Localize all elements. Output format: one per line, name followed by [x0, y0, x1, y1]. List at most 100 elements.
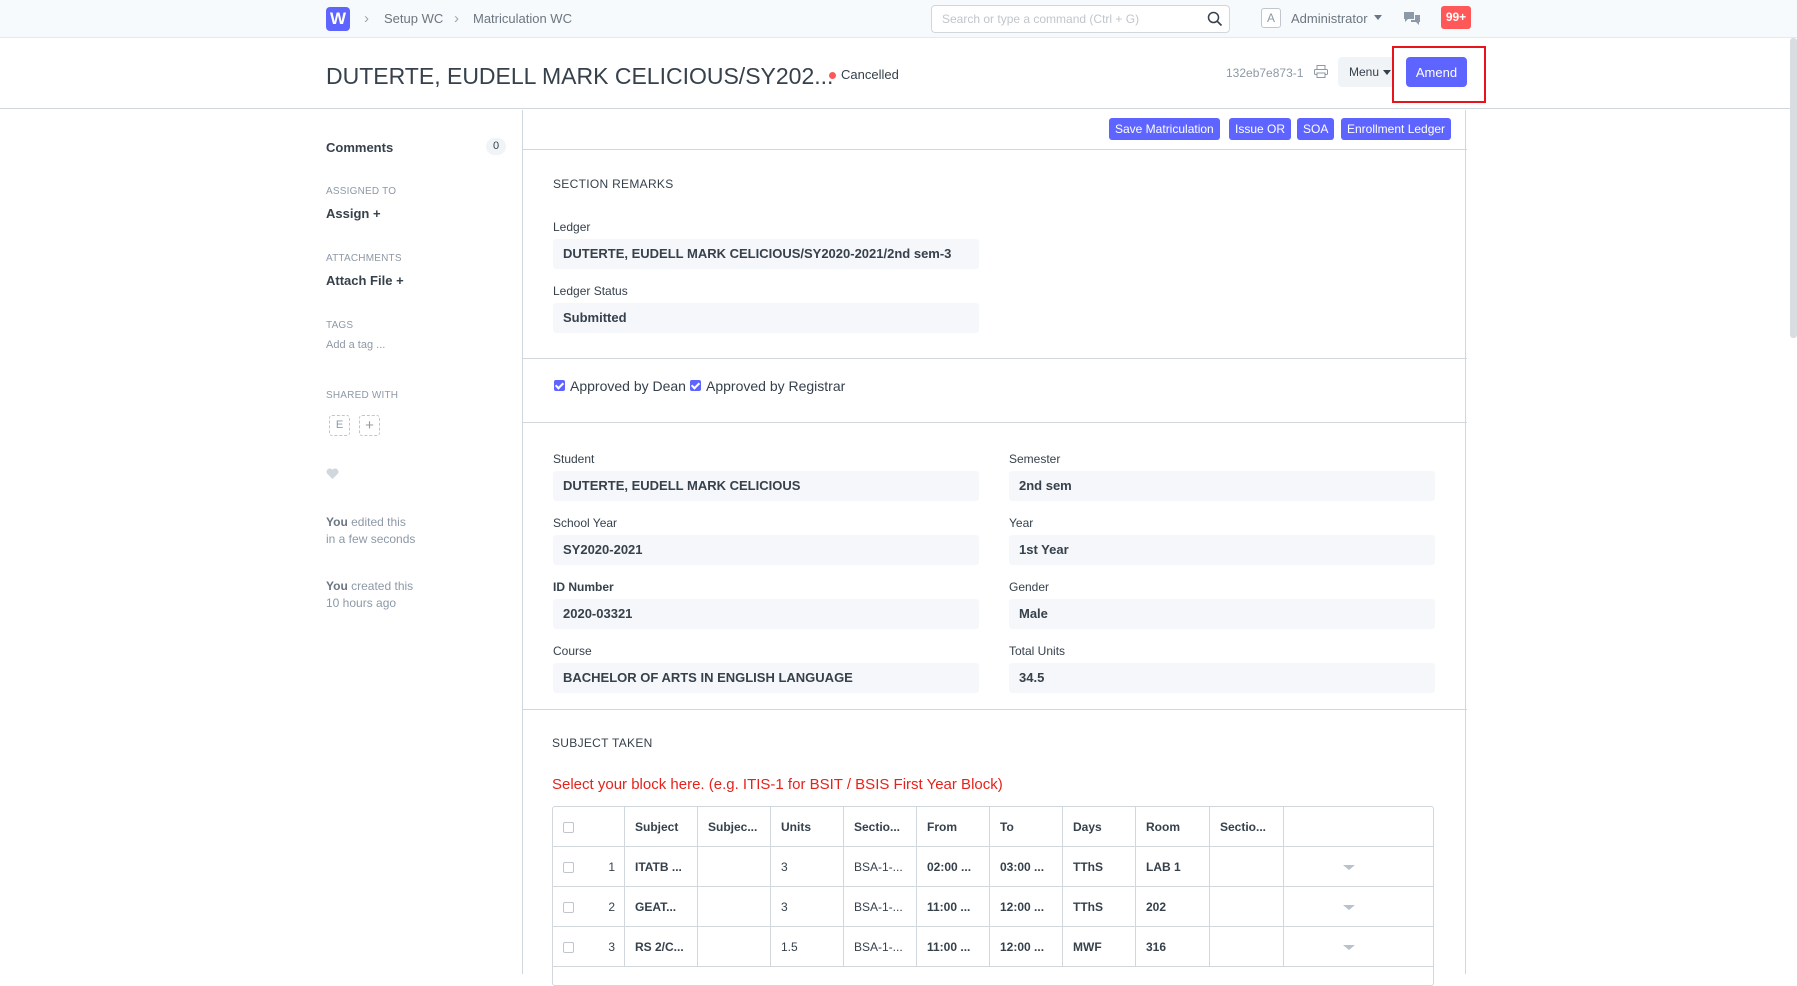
cell-section[interactable]: BSA-1-... — [844, 887, 917, 927]
amend-button[interactable]: Amend — [1406, 57, 1467, 87]
document-id: 132eb7e873-1 — [1226, 66, 1304, 80]
menu-button[interactable]: Menu — [1338, 57, 1394, 87]
cell-section-2[interactable] — [1210, 927, 1284, 967]
cell-subject[interactable]: ITATB ... — [625, 847, 698, 887]
cell-from[interactable]: 11:00 ... — [917, 927, 990, 967]
col-days[interactable]: Days — [1063, 807, 1136, 847]
cell-to[interactable]: 03:00 ... — [990, 847, 1063, 887]
activity-time: 10 hours ago — [326, 596, 397, 610]
block-hint-text: Select your block here. (e.g. ITIS-1 for… — [552, 776, 1003, 793]
cell-section-2[interactable] — [1210, 847, 1284, 887]
approved-by-registrar-label: Approved by Registrar — [706, 378, 846, 394]
row-select: 1 — [553, 847, 625, 887]
approved-by-dean-checkbox[interactable] — [554, 380, 565, 391]
search-icon[interactable] — [1207, 11, 1223, 27]
semester-label: Semester — [1009, 452, 1061, 466]
activity-user[interactable]: You — [326, 515, 348, 529]
year-field[interactable]: 1st Year — [1009, 535, 1435, 565]
row-expand-icon[interactable] — [1343, 905, 1355, 910]
cell-section[interactable]: BSA-1-... — [844, 847, 917, 887]
chat-icon[interactable] — [1403, 10, 1421, 26]
col-section-2[interactable]: Sectio... — [1210, 807, 1284, 847]
cell-units[interactable]: 1.5 — [771, 927, 844, 967]
user-menu[interactable]: Administrator — [1291, 11, 1368, 26]
ledger-status-label: Ledger Status — [553, 284, 628, 298]
col-room[interactable]: Room — [1136, 807, 1210, 847]
app-logo[interactable]: W — [326, 7, 350, 31]
cell-from[interactable]: 11:00 ... — [917, 887, 990, 927]
total-units-field[interactable]: 34.5 — [1009, 663, 1435, 693]
approved-by-registrar-checkbox[interactable] — [690, 380, 701, 391]
breadcrumb-setup-wc[interactable]: Setup WC — [384, 11, 443, 26]
ledger-field[interactable]: DUTERTE, EUDELL MARK CELICIOUS/SY2020-20… — [553, 239, 979, 269]
heart-icon[interactable] — [326, 468, 339, 480]
cell-from[interactable]: 02:00 ... — [917, 847, 990, 887]
enrollment-ledger-button[interactable]: Enrollment Ledger — [1341, 118, 1452, 140]
col-to[interactable]: To — [990, 807, 1063, 847]
cell-subject[interactable]: RS 2/C... — [625, 927, 698, 967]
cell-subject-desc[interactable] — [698, 927, 771, 967]
plus-icon: + — [372, 206, 381, 221]
cell-units[interactable]: 3 — [771, 847, 844, 887]
user-avatar[interactable]: A — [1261, 8, 1281, 28]
course-field[interactable]: BACHELOR OF ARTS IN ENGLISH LANGUAGE — [553, 663, 979, 693]
comments-link[interactable]: Comments — [326, 140, 393, 155]
table-row[interactable]: 3 RS 2/C... 1.5 BSA-1-... 11:00 ... 12:0… — [553, 927, 1433, 967]
student-field[interactable]: DUTERTE, EUDELL MARK CELICIOUS — [553, 471, 979, 501]
soa-button[interactable]: SOA — [1297, 118, 1335, 140]
cell-room[interactable]: 202 — [1136, 887, 1210, 927]
activity-user[interactable]: You — [326, 579, 348, 593]
cell-to[interactable]: 12:00 ... — [990, 887, 1063, 927]
col-subject-desc[interactable]: Subjec... — [698, 807, 771, 847]
table-row[interactable]: 2 GEAT... 3 BSA-1-... 11:00 ... 12:00 ..… — [553, 887, 1433, 927]
attach-file-link[interactable]: Attach File + — [326, 273, 404, 288]
add-tag-link[interactable]: Add a tag ... — [326, 339, 385, 351]
select-all-checkbox[interactable] — [563, 822, 574, 833]
breadcrumb-matriculation-wc[interactable]: Matriculation WC — [473, 11, 572, 26]
activity-time: in a few seconds — [326, 532, 416, 546]
attachments-label: ATTACHMENTS — [326, 253, 402, 264]
shared-user-avatar[interactable]: E — [329, 415, 350, 436]
chevron-down-icon[interactable] — [1374, 15, 1382, 20]
search-input[interactable] — [932, 6, 1192, 32]
assign-link[interactable]: Assign + — [326, 206, 381, 221]
save-matriculation-button[interactable]: Save Matriculation — [1109, 118, 1220, 140]
cell-days[interactable]: TThS — [1063, 887, 1136, 927]
gender-field[interactable]: Male — [1009, 599, 1435, 629]
row-expand-icon[interactable] — [1343, 865, 1355, 870]
print-icon[interactable] — [1314, 65, 1328, 78]
row-expand-icon[interactable] — [1343, 945, 1355, 950]
cell-units[interactable]: 3 — [771, 887, 844, 927]
row-checkbox[interactable] — [563, 902, 574, 913]
semester-field[interactable]: 2nd sem — [1009, 471, 1435, 501]
school-year-field[interactable]: SY2020-2021 — [553, 535, 979, 565]
row-checkbox[interactable] — [563, 862, 574, 873]
cell-section-2[interactable] — [1210, 887, 1284, 927]
cell-subject[interactable]: GEAT... — [625, 887, 698, 927]
plus-icon: + — [396, 273, 404, 288]
id-number-field[interactable]: 2020-03321 — [553, 599, 979, 629]
issue-or-button[interactable]: Issue OR — [1229, 118, 1292, 140]
row-select: 2 — [553, 887, 625, 927]
gender-label: Gender — [1009, 580, 1050, 594]
cell-subject-desc[interactable] — [698, 887, 771, 927]
col-subject[interactable]: Subject — [625, 807, 698, 847]
col-section[interactable]: Sectio... — [844, 807, 917, 847]
cell-days[interactable]: MWF — [1063, 927, 1136, 967]
table-row[interactable]: 1 ITATB ... 3 BSA-1-... 02:00 ... 03:00 … — [553, 847, 1433, 887]
cell-room[interactable]: 316 — [1136, 927, 1210, 967]
col-units[interactable]: Units — [771, 807, 844, 847]
form-toolbar: Save Matriculation Issue OR SOA Enrollme… — [523, 110, 1467, 150]
cell-room[interactable]: LAB 1 — [1136, 847, 1210, 887]
page-scrollbar[interactable] — [1790, 38, 1797, 338]
col-from[interactable]: From — [917, 807, 990, 847]
row-index: 1 — [608, 860, 615, 874]
add-share-button[interactable]: + — [359, 415, 380, 436]
ledger-status-field[interactable]: Submitted — [553, 303, 979, 333]
row-checkbox[interactable] — [563, 942, 574, 953]
cell-section[interactable]: BSA-1-... — [844, 927, 917, 967]
cell-subject-desc[interactable] — [698, 847, 771, 887]
notification-badge[interactable]: 99+ — [1441, 6, 1471, 29]
cell-days[interactable]: TThS — [1063, 847, 1136, 887]
cell-to[interactable]: 12:00 ... — [990, 927, 1063, 967]
